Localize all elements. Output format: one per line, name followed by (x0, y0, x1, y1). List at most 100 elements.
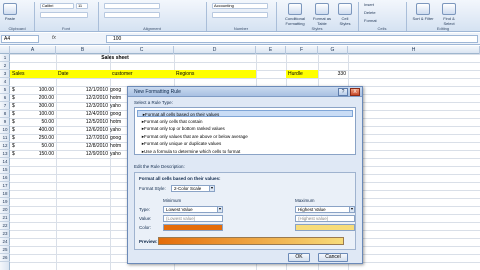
sales-amount-cell[interactable]: 50.00 (10, 142, 56, 150)
column-header[interactable]: G (318, 46, 348, 54)
row-header[interactable]: 4 (0, 78, 10, 86)
row-header[interactable]: 12 (0, 142, 10, 150)
sales-amount-cell[interactable]: 250.00 (10, 134, 56, 142)
column-header[interactable]: A (10, 46, 56, 54)
min-value-input[interactable]: (Lowest value) (163, 215, 223, 222)
font-format-buttons[interactable] (40, 12, 88, 18)
date-cell[interactable]: 12/2/2010 (56, 94, 110, 102)
formula-input[interactable]: 100 (106, 35, 478, 43)
row-header[interactable]: 17 (0, 182, 10, 190)
rule-type-option[interactable]: ►Format only values that are above or be… (137, 133, 353, 140)
rule-type-option[interactable]: ►Format only top or bottom ranked values (137, 125, 353, 132)
font-name-select[interactable]: Calibri (40, 3, 74, 9)
date-cell[interactable]: 12/8/2010 (56, 142, 110, 150)
indent-buttons[interactable] (104, 12, 160, 18)
min-type-select[interactable]: Lowest Value ▼ (163, 206, 223, 213)
paste-button[interactable]: Paste (3, 3, 17, 21)
number-buttons[interactable] (212, 12, 268, 18)
rule-type-option[interactable]: ►Format only cells that contain (137, 118, 353, 125)
select-all-corner[interactable] (0, 46, 10, 54)
row-header[interactable]: 23 (0, 230, 10, 238)
max-color-picker[interactable] (295, 224, 355, 231)
name-box[interactable]: A4 (1, 35, 39, 43)
rule-type-label: Format only cells that contain (144, 118, 203, 124)
description-heading: Format all cells based on their values: (139, 176, 221, 181)
row-header[interactable]: 25 (0, 246, 10, 254)
min-color-picker[interactable] (163, 224, 223, 231)
row-header[interactable]: 24 (0, 238, 10, 246)
column-header[interactable]: B (56, 46, 110, 54)
sales-amount-cell[interactable]: 400.00 (10, 126, 56, 134)
row-header[interactable]: 26 (0, 254, 10, 262)
row-header[interactable]: 6 (0, 94, 10, 102)
rule-type-option[interactable]: ►Use a formula to determine which cells … (137, 148, 353, 155)
date-cell[interactable]: 12/6/2010 (56, 126, 110, 134)
row-header[interactable]: 13 (0, 150, 10, 158)
conditional-formatting-button[interactable]: Conditional Formatting (282, 3, 308, 26)
row-header[interactable]: 22 (0, 222, 10, 230)
font-group-label: Font (61, 26, 70, 31)
row-header[interactable]: 20 (0, 206, 10, 214)
number-format-select[interactable]: Accounting (212, 3, 268, 9)
font-size-select[interactable]: 11 (76, 3, 88, 9)
rule-type-option[interactable]: ►Format all cells based on their values (137, 110, 353, 117)
row-header[interactable]: 10 (0, 126, 10, 134)
column-header[interactable]: H (348, 46, 480, 54)
hurdle-label[interactable]: Hurdle (286, 70, 318, 78)
close-button[interactable]: X (350, 88, 360, 96)
new-formatting-rule-dialog: New Formatting Rule ? X Select a Rule Ty… (127, 86, 363, 264)
ok-button[interactable]: OK (288, 253, 310, 262)
date-cell[interactable]: 12/1/2010 (56, 86, 110, 94)
max-type-select[interactable]: Highest Value ▼ (295, 206, 355, 213)
column-header[interactable]: E (256, 46, 286, 54)
sales-amount-cell[interactable]: 100.00 (10, 110, 56, 118)
hurdle-value[interactable]: 330 (318, 70, 348, 78)
sales-amount-cell[interactable]: 150.00 (10, 150, 56, 158)
cancel-button[interactable]: Cancel (318, 253, 348, 262)
fx-icon[interactable]: fx (52, 35, 56, 41)
row-header[interactable]: 14 (0, 158, 10, 166)
sales-amount-cell[interactable]: 300.00 (10, 102, 56, 110)
row-header[interactable]: 21 (0, 214, 10, 222)
row-header[interactable]: 3 (0, 70, 10, 78)
insert-button[interactable]: Insert (364, 2, 374, 7)
date-cell[interactable]: 12/4/2010 (56, 110, 110, 118)
sales-amount-cell[interactable]: 50.00 (10, 118, 56, 126)
header-customer[interactable]: customer (110, 70, 174, 78)
date-cell[interactable]: 12/5/2010 (56, 118, 110, 126)
format-as-table-button[interactable]: Format as Table (312, 3, 332, 26)
row-header[interactable]: 7 (0, 102, 10, 110)
header-sales[interactable]: Sales (10, 70, 56, 78)
row-header[interactable]: 8 (0, 110, 10, 118)
row-header[interactable]: 19 (0, 198, 10, 206)
column-header[interactable]: D (174, 46, 256, 54)
row-header[interactable]: 11 (0, 134, 10, 142)
date-cell[interactable]: 12/7/2010 (56, 134, 110, 142)
row-header[interactable]: 9 (0, 118, 10, 126)
rule-type-option[interactable]: ►Format only unique or duplicate values (137, 140, 353, 147)
header-regions[interactable]: Regions (174, 70, 256, 78)
sales-amount-cell[interactable]: 200.00 (10, 94, 56, 102)
cells-group-label: Cells (377, 26, 387, 31)
row-header[interactable]: 1 (0, 54, 10, 62)
header-date[interactable]: Date (56, 70, 110, 78)
sort-filter-button[interactable]: Sort & Filter (412, 3, 434, 21)
row-header[interactable]: 5 (0, 86, 10, 94)
row-header[interactable]: 15 (0, 166, 10, 174)
alignment-buttons[interactable] (104, 3, 160, 9)
row-header[interactable]: 16 (0, 174, 10, 182)
date-cell[interactable]: 12/9/2010 (56, 150, 110, 158)
find-select-button[interactable]: Find & Select (438, 3, 460, 26)
format-style-select[interactable]: 2-Color Scale ▼ (171, 185, 215, 192)
row-header[interactable]: 18 (0, 190, 10, 198)
format-button[interactable]: Format (364, 18, 377, 23)
help-button[interactable]: ? (338, 88, 348, 96)
max-value-input[interactable]: (Highest value) (295, 215, 355, 222)
column-header[interactable]: F (286, 46, 318, 54)
column-header[interactable]: C (110, 46, 174, 54)
sales-amount-cell[interactable]: 100.00 (10, 86, 56, 94)
delete-button[interactable]: Delete (364, 10, 376, 15)
row-header[interactable]: 2 (0, 62, 10, 70)
cell-styles-button[interactable]: Cell Styles (336, 3, 354, 26)
date-cell[interactable]: 12/3/2010 (56, 102, 110, 110)
